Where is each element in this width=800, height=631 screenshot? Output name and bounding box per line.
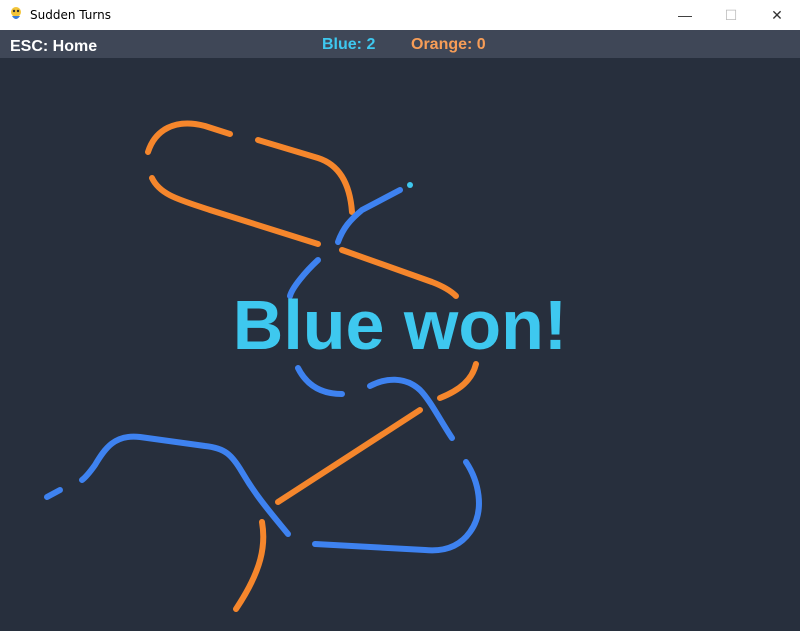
orange-trail-segment [255, 137, 355, 215]
minimize-button[interactable]: — [662, 0, 708, 30]
hud-bar: ESC: Home Blue: 2 Orange: 0 [0, 30, 800, 58]
window-title: Sudden Turns [30, 8, 111, 22]
orange-score: Orange: 0 [411, 36, 486, 53]
orange-trail-segment [437, 361, 479, 401]
orange-trail [145, 120, 479, 612]
blue-trail-segment [367, 376, 455, 441]
home-hint: ESC: Home [10, 38, 98, 55]
blue-trail-segment [79, 433, 291, 537]
blue-trail-segment [44, 487, 63, 500]
orange-trail-segment [275, 407, 423, 505]
blue-trail [44, 187, 482, 554]
pygame-snake-icon [11, 7, 21, 19]
close-button[interactable]: ✕ [754, 0, 800, 30]
title-bar[interactable]: Sudden Turns — ☐ ✕ [0, 0, 800, 30]
winner-message: Blue won! [232, 286, 568, 364]
orange-trail-segment [149, 175, 321, 247]
blue-trail-segment [312, 459, 482, 554]
blue-head [407, 182, 413, 188]
maximize-button[interactable]: ☐ [708, 0, 754, 30]
orange-trail-segment [145, 120, 233, 155]
blue-trail-segment [295, 365, 345, 397]
blue-score: Blue: 2 [322, 36, 376, 53]
orange-trail-segment [233, 519, 267, 612]
game-arena: Blue won! [0, 58, 800, 631]
